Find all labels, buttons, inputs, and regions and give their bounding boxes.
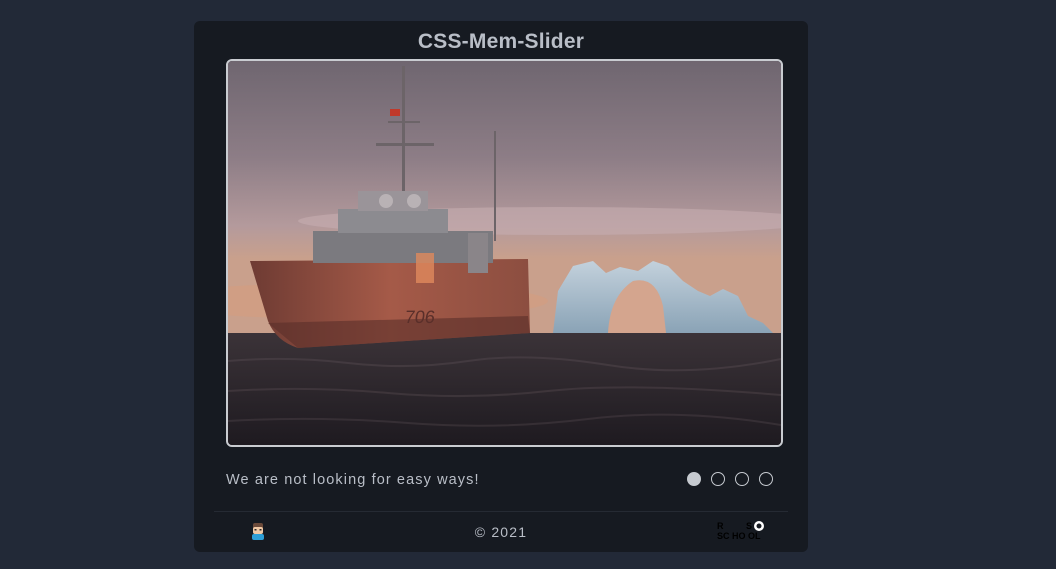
slide-image: 706: [228, 61, 781, 445]
rs-school-logo[interactable]: R S SC HO OL: [715, 520, 773, 542]
slide-dot-4[interactable]: [759, 472, 773, 486]
svg-text:706: 706: [404, 307, 437, 327]
footer-divider: [214, 511, 788, 512]
slide-image-frame: 706: [226, 59, 783, 447]
slider-dots: [687, 472, 773, 486]
slide-dot-1[interactable]: [687, 472, 701, 486]
svg-text:S: S: [746, 521, 752, 531]
page-title: CSS-Mem-Slider: [417, 30, 585, 53]
svg-text:R: R: [717, 521, 724, 531]
slide-caption: We are not looking for easy ways!: [226, 472, 480, 488]
svg-text:SC HO OL: SC HO OL: [717, 531, 761, 541]
slide-dot-2[interactable]: [711, 472, 725, 486]
slider-card: CSS-Mem-Slider 706 We are not looking fo…: [194, 21, 808, 552]
slide-dot-3[interactable]: [735, 472, 749, 486]
